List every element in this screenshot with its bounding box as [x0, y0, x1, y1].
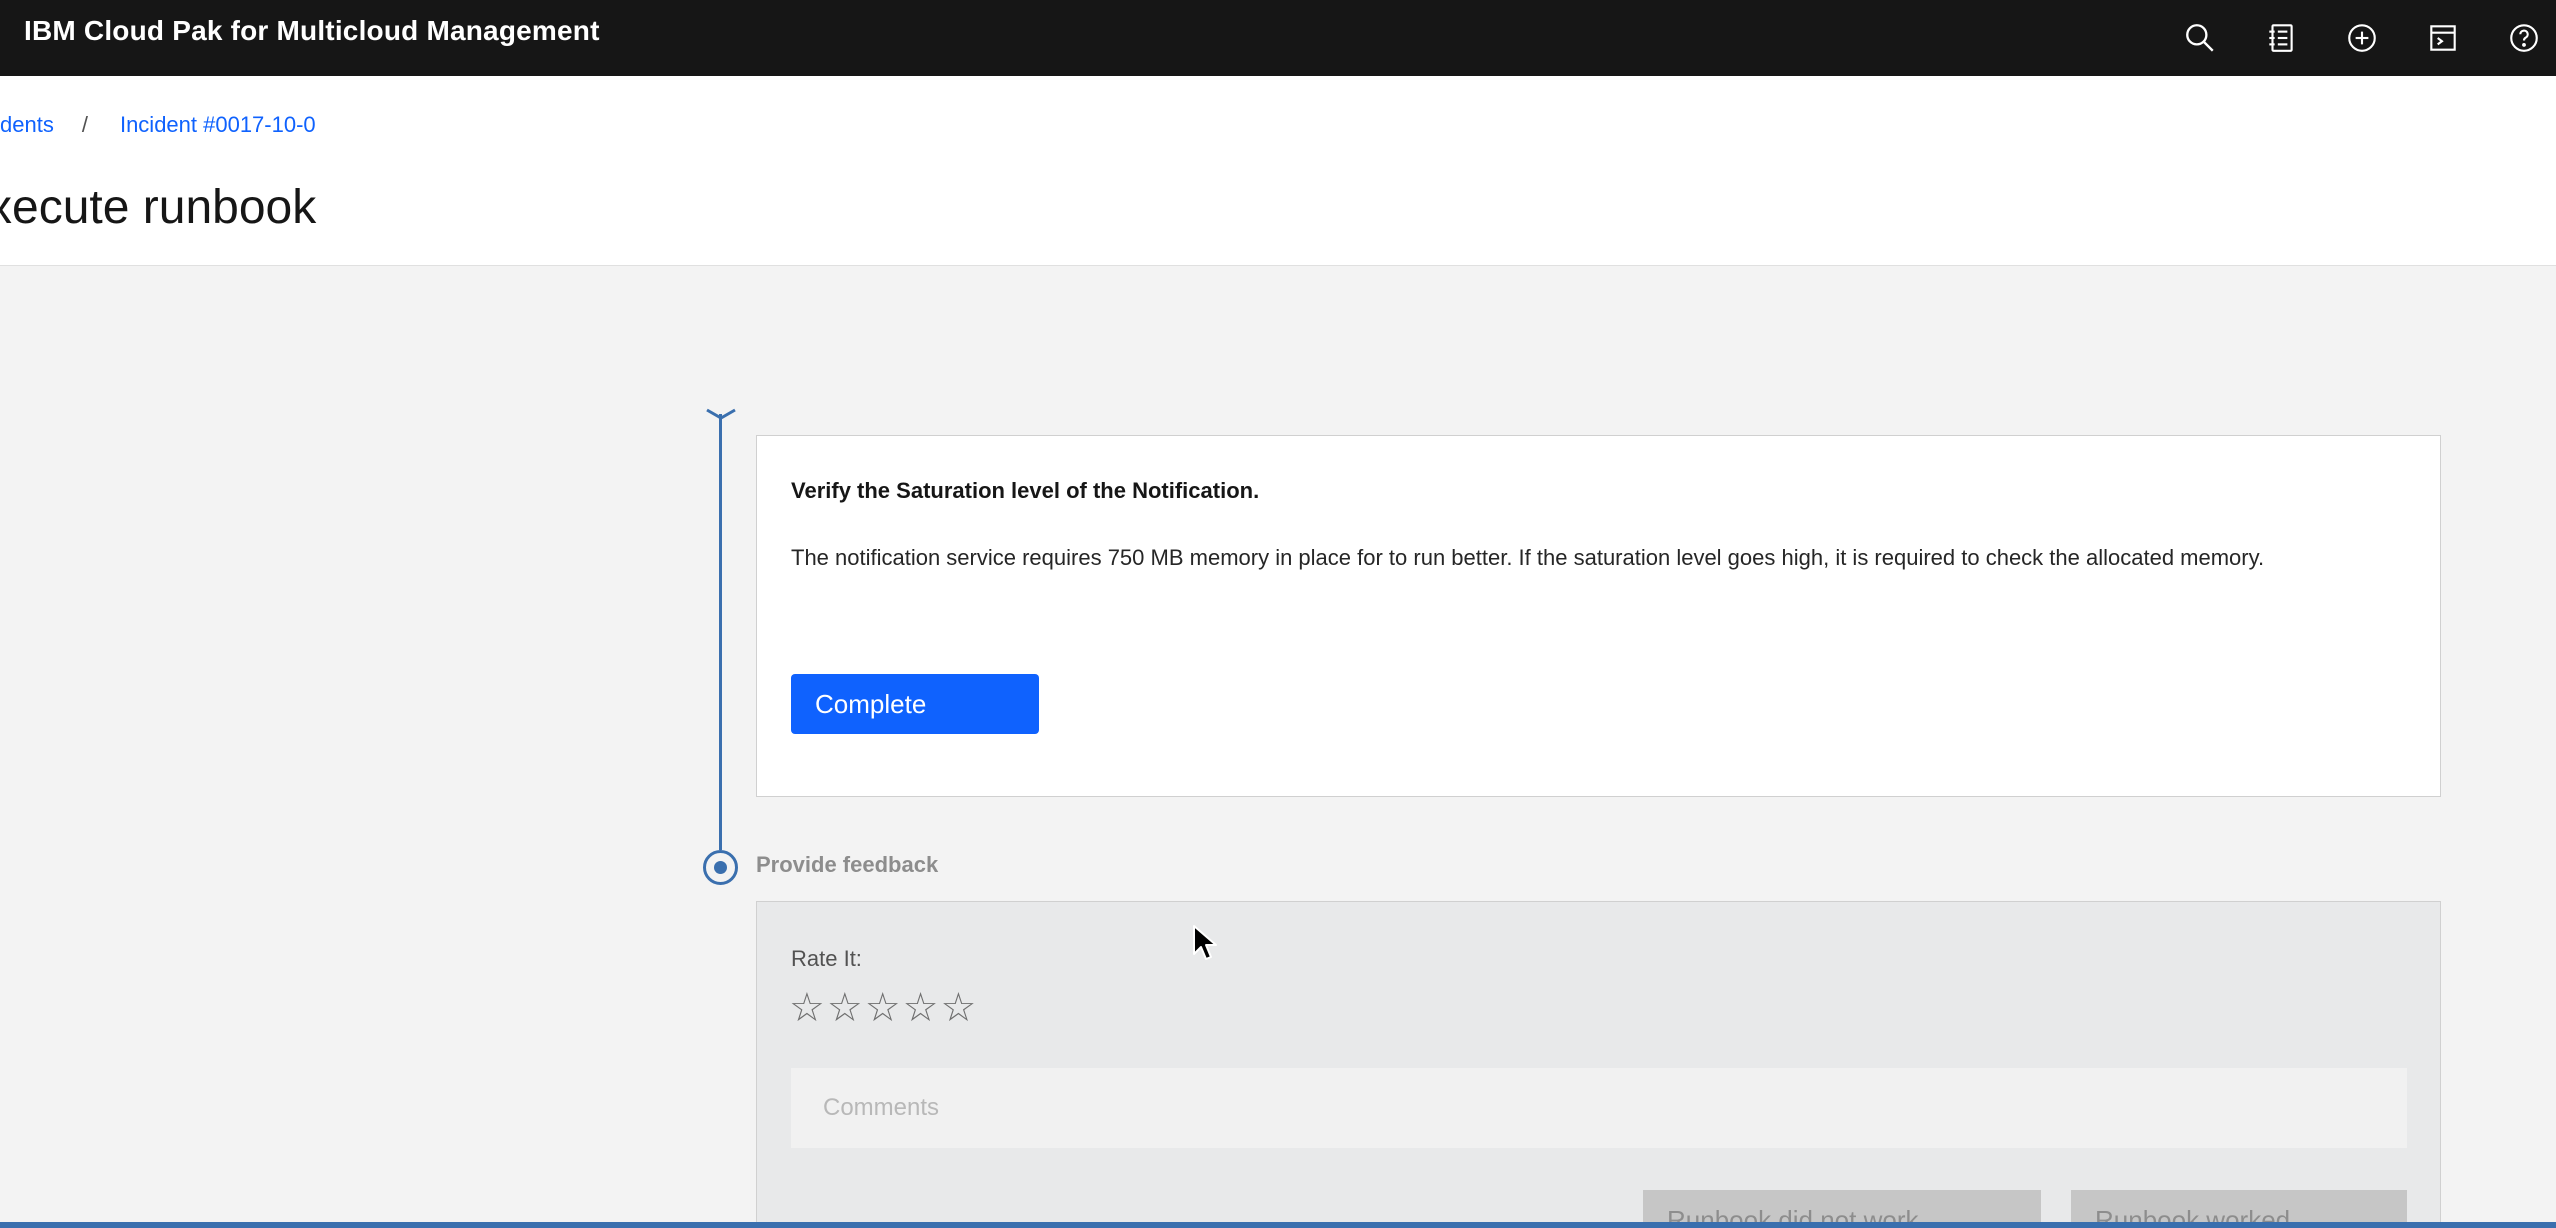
mouse-cursor-icon [1193, 925, 1217, 960]
timeline-step-indicator [703, 850, 738, 885]
runbook-step-card: Verify the Saturation level of the Notif… [756, 435, 2441, 797]
help-icon[interactable] [2504, 18, 2544, 58]
complete-button[interactable]: Complete [791, 674, 1039, 734]
comments-input[interactable] [791, 1068, 2407, 1148]
breadcrumb: dents / Incident #0017-10-0 [0, 112, 316, 138]
star-icon[interactable]: ☆ [827, 984, 863, 1032]
provide-feedback-label: Provide feedback [756, 852, 939, 877]
timeline-step-dot [714, 861, 727, 874]
breadcrumb-incidents-link[interactable]: dents [0, 112, 54, 137]
timeline-line [719, 414, 722, 850]
star-icon[interactable]: ☆ [940, 984, 976, 1032]
catalog-icon[interactable] [2261, 18, 2301, 58]
rate-label: Rate It: [791, 946, 862, 971]
feedback-panel: Rate It: ☆ ☆ ☆ ☆ ☆ Runbook did not work … [756, 901, 2441, 1228]
terminal-icon[interactable] [2423, 18, 2463, 58]
step-title: Verify the Saturation level of the Notif… [791, 478, 1260, 503]
top-header: IBM Cloud Pak for Multicloud Management [0, 0, 2556, 76]
page-title: xecute runbook [0, 181, 317, 234]
step-description: The notification service requires 750 MB… [791, 545, 2265, 570]
breadcrumb-separator: / [81, 112, 88, 137]
star-icon[interactable]: ☆ [789, 984, 825, 1032]
star-rating: ☆ ☆ ☆ ☆ ☆ [789, 984, 976, 1032]
add-icon[interactable] [2342, 18, 2382, 58]
bottom-edge-bar [0, 1222, 2556, 1228]
star-icon[interactable]: ☆ [865, 984, 901, 1032]
search-icon[interactable] [2180, 18, 2220, 58]
star-icon[interactable]: ☆ [903, 984, 939, 1032]
page-header: dents / Incident #0017-10-0 xecute runbook [0, 76, 2556, 266]
breadcrumb-incident-link[interactable]: Incident #0017-10-0 [120, 112, 316, 137]
app-title[interactable]: IBM Cloud Pak for Multicloud Management [24, 15, 600, 47]
